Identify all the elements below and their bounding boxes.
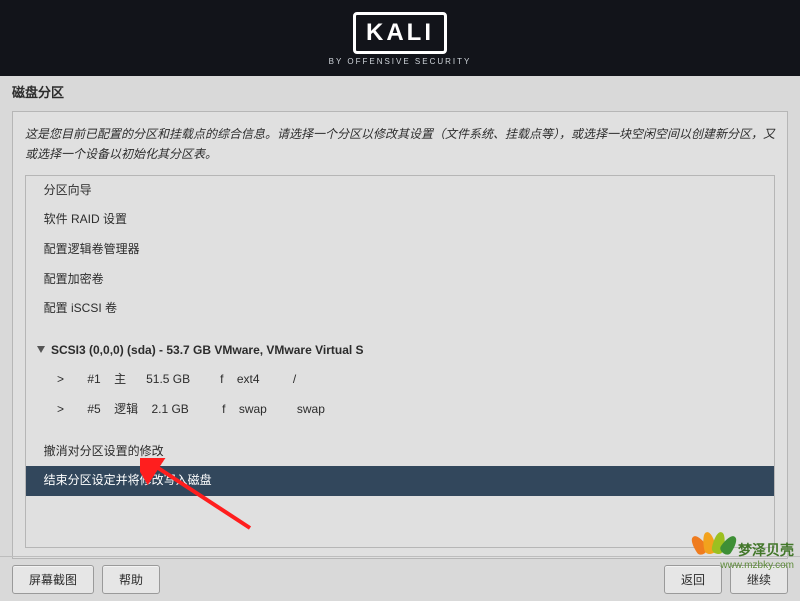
kali-logo-subtitle: BY OFFENSIVE SECURITY — [329, 57, 472, 66]
menu-crypt[interactable]: 配置加密卷 — [26, 265, 774, 295]
disk-row[interactable]: SCSI3 (0,0,0) (sda) - 53.7 GB VMware, VM… — [26, 336, 774, 366]
menu-finish[interactable]: 结束分区设定并将修改写入磁盘 — [26, 466, 774, 496]
partition-list: 分区向导 软件 RAID 设置 配置逻辑卷管理器 配置加密卷 配置 iSCSI … — [25, 175, 775, 548]
kali-logo-box: KALI — [353, 12, 447, 54]
partition-row[interactable]: > #5 逻辑 2.1 GB f swap swap — [26, 395, 774, 425]
help-button[interactable]: 帮助 — [102, 565, 160, 594]
kali-logo-text: KALI — [366, 19, 434, 46]
menu-iscsi[interactable]: 配置 iSCSI 卷 — [26, 294, 774, 324]
continue-button[interactable]: 继续 — [730, 565, 788, 594]
menu-raid[interactable]: 软件 RAID 设置 — [26, 205, 774, 235]
header: KALI BY OFFENSIVE SECURITY — [0, 0, 800, 76]
menu-lvm[interactable]: 配置逻辑卷管理器 — [26, 235, 774, 265]
menu-guided[interactable]: 分区向导 — [26, 176, 774, 206]
screenshot-button[interactable]: 屏幕截图 — [12, 565, 94, 594]
list-spacer — [26, 425, 774, 437]
main-panel: 这是您目前已配置的分区和挂载点的综合信息。请选择一个分区以修改其设置（文件系统、… — [12, 111, 788, 559]
list-spacer — [26, 324, 774, 336]
menu-undo[interactable]: 撤消对分区设置的修改 — [26, 437, 774, 467]
partition-row[interactable]: > #1 主 51.5 GB f ext4 / — [26, 365, 774, 395]
panel-description: 这是您目前已配置的分区和挂载点的综合信息。请选择一个分区以修改其设置（文件系统、… — [25, 124, 775, 165]
page-title: 磁盘分区 — [0, 76, 800, 107]
back-button[interactable]: 返回 — [664, 565, 722, 594]
footer: 屏幕截图 帮助 返回 继续 — [0, 556, 800, 601]
disk-expand-icon — [37, 346, 45, 353]
